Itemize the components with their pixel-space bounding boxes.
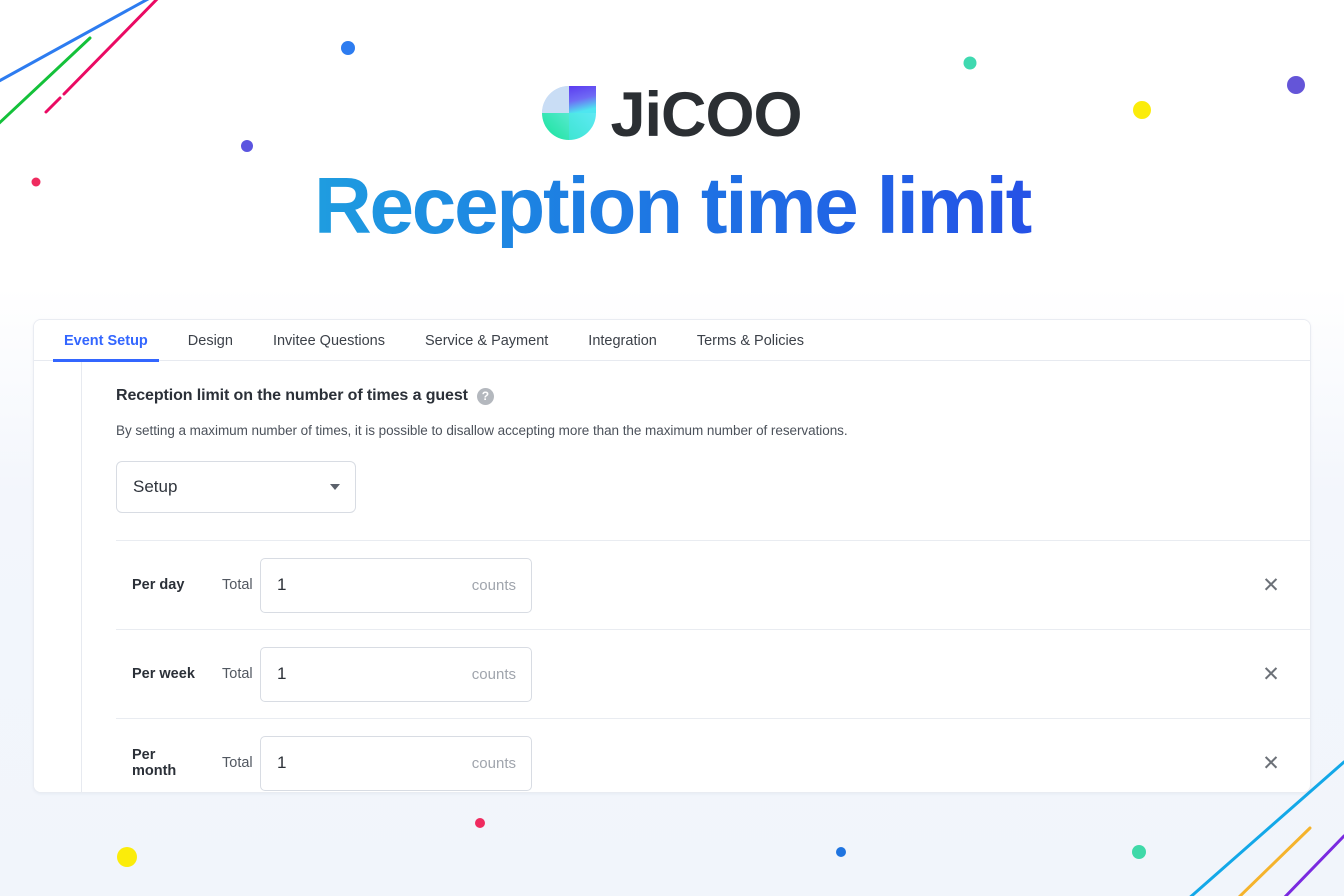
jicoo-logo-mark (542, 80, 597, 146)
mode-select-value: Setup (133, 477, 178, 496)
side-rail (34, 361, 82, 792)
tab-event-setup[interactable]: Event Setup (53, 320, 159, 362)
section-title: Reception limit on the number of times a… (116, 387, 468, 404)
close-icon[interactable]: ✕ (1254, 568, 1288, 602)
count-input-unit: counts (471, 665, 516, 683)
limit-row-label: Per month (132, 747, 177, 779)
mode-select[interactable]: Setup (116, 461, 356, 513)
page-title: Reception time limit (0, 164, 1344, 248)
limit-row-total-label: Total (222, 755, 253, 771)
tab-design[interactable]: Design (177, 320, 244, 361)
limit-row-total-label: Total (222, 577, 253, 593)
count-input[interactable]: 1 counts (260, 557, 532, 613)
count-input-value: 1 (277, 664, 287, 683)
limit-row-label: Per day (132, 577, 185, 593)
count-input-value: 1 (277, 575, 287, 594)
close-icon[interactable]: ✕ (1254, 657, 1288, 691)
tab-invitee-questions[interactable]: Invitee Questions (262, 320, 396, 361)
section-heading: Reception limit on the number of times a… (82, 387, 1310, 405)
chevron-down-icon (330, 484, 340, 490)
brand-logo: JiCOO (0, 74, 1344, 152)
limit-row: Per week Total 1 counts ✕ (116, 629, 1310, 718)
limit-row: Per day Total 1 counts ✕ (116, 540, 1310, 629)
count-input-value: 1 (277, 753, 287, 772)
limit-row: Per month Total 1 counts ✕ (116, 718, 1310, 792)
count-input-unit: counts (471, 576, 516, 594)
limit-row-label: Per week (132, 666, 195, 682)
settings-content: Reception limit on the number of times a… (82, 361, 1310, 792)
count-input[interactable]: 1 counts (260, 646, 532, 702)
help-circle-icon[interactable]: ? (476, 387, 494, 405)
count-input-unit: counts (471, 754, 516, 772)
jicoo-wordmark: JiCOO (610, 79, 802, 150)
card-body: Reception limit on the number of times a… (34, 361, 1310, 792)
tab-integration[interactable]: Integration (577, 320, 668, 361)
close-icon[interactable]: ✕ (1254, 746, 1288, 780)
count-input[interactable]: 1 counts (260, 735, 532, 791)
tab-terms-policies[interactable]: Terms & Policies (686, 320, 815, 361)
page-header: JiCOO Reception time limit (0, 0, 1344, 248)
tab-service-payment[interactable]: Service & Payment (414, 320, 559, 361)
tab-bar: Event Setup Design Invitee Questions Servic… (34, 320, 1310, 362)
limit-rows: Per day Total 1 counts ✕ Per week Total 1 counts… (82, 540, 1310, 792)
event-setup-card: Event Setup Design Invitee Questions Servic… (33, 319, 1311, 793)
limit-row-total-label: Total (222, 666, 253, 682)
section-description: By setting a maximum number of times, it… (116, 423, 848, 438)
